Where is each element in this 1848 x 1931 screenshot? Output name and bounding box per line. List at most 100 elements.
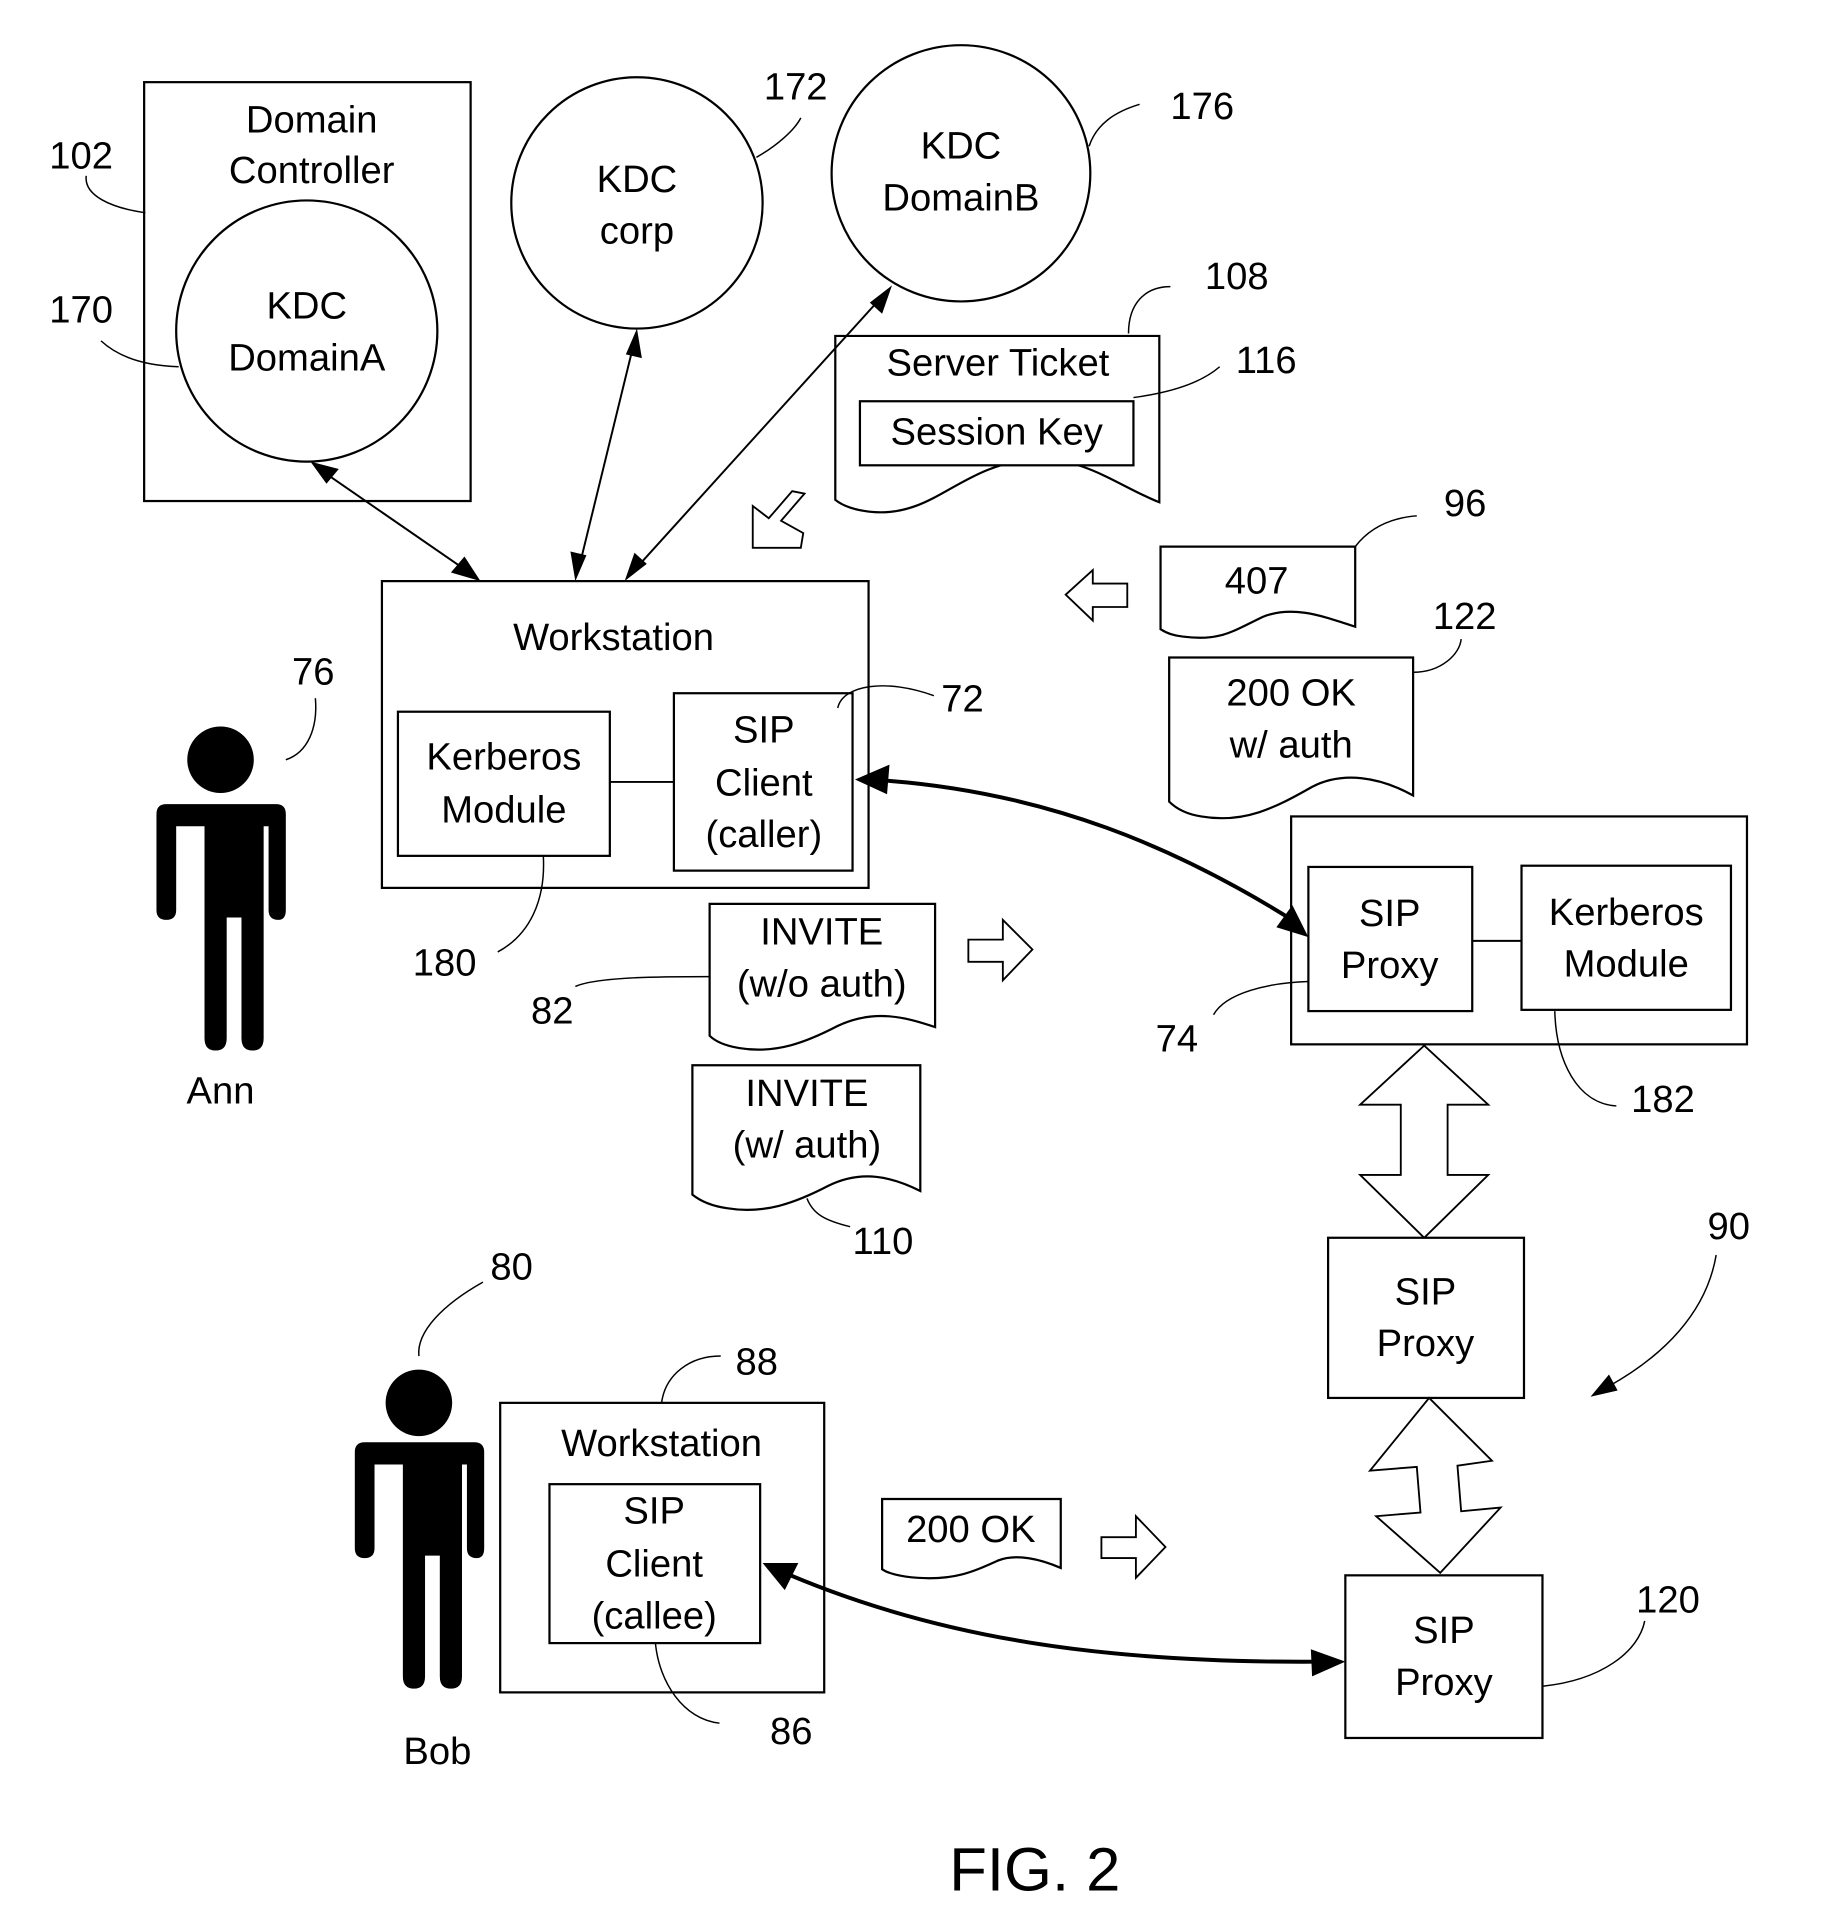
- ref-88: 88: [736, 1341, 778, 1384]
- arrowhead-proxy120-icon: [1310, 1649, 1346, 1677]
- patent-diagram: Domain Controller 102 KDC DomainA 170 KD…: [49, 44, 1750, 1905]
- ref-72: 72: [941, 678, 983, 721]
- double-arrow-upper-icon: [1357, 1044, 1491, 1240]
- ref-82: 82: [531, 989, 573, 1032]
- ref-80: 80: [490, 1246, 532, 1289]
- proxy-kerberos-module: [1520, 864, 1733, 1011]
- proxy-120-line1: SIP: [1413, 1609, 1475, 1652]
- ref-120: 120: [1636, 1578, 1700, 1621]
- domain-controller-title-2: Controller: [229, 149, 395, 192]
- leader-176: [1088, 103, 1140, 147]
- ref-110: 110: [853, 1220, 914, 1263]
- proxy-74-group: SIP Proxy Kerberos Module: [1290, 815, 1749, 1046]
- proxy-120-line2: Proxy: [1395, 1661, 1494, 1704]
- message-200-ok: 200 OK: [881, 1497, 1062, 1580]
- hollow-arrow-right-icon: [967, 917, 1034, 983]
- ref-108: 108: [1205, 255, 1269, 298]
- caller-kerberos-module: [396, 710, 611, 857]
- ref-86: 86: [770, 1710, 812, 1753]
- ok-plain-text: 200 OK: [906, 1508, 1036, 1551]
- proxy-74-line2: Proxy: [1341, 944, 1440, 987]
- sip-client-callee-line1: SIP: [623, 1490, 685, 1533]
- ref-182: 182: [1631, 1078, 1695, 1121]
- link-callee-proxy120: [775, 1567, 1331, 1664]
- message-407-text: 407: [1225, 559, 1289, 602]
- arrowhead-kdc-corp-icon: [625, 328, 642, 359]
- session-key-label: Session Key: [891, 410, 1104, 453]
- ref-74: 74: [1156, 1018, 1198, 1061]
- proxy-kerberos-line2: Module: [1564, 943, 1689, 986]
- person-bob-name: Bob: [403, 1730, 471, 1773]
- sip-proxy-middle: SIP Proxy: [1326, 1236, 1526, 1400]
- sip-client-caller-line3: (caller): [705, 813, 822, 856]
- server-ticket: Server Ticket Session Key: [834, 334, 1161, 514]
- kdc-corp-line2: corp: [600, 210, 674, 253]
- invite-auth-line2: (w/ auth): [733, 1124, 882, 1167]
- proxy-74-line1: SIP: [1359, 892, 1421, 935]
- person-ann-icon: [156, 726, 286, 1051]
- ref-170: 170: [49, 288, 113, 331]
- ref-96: 96: [1444, 482, 1486, 525]
- ref-76: 76: [292, 651, 334, 694]
- hollow-arrow-left-icon: [1064, 567, 1129, 623]
- leader-90: [1607, 1254, 1717, 1388]
- arrowhead-ws-a-icon: [450, 556, 481, 582]
- proxy-middle-line2: Proxy: [1377, 1322, 1476, 1365]
- caller-workstation-title: Workstation: [513, 616, 714, 659]
- kdc-corp: KDC corp: [510, 76, 764, 330]
- sip-proxy-74: [1307, 865, 1474, 1013]
- leader-108: [1127, 285, 1171, 334]
- invite-auth-line1: INVITE: [745, 1072, 868, 1115]
- kdc-domain-a-line1: KDC: [266, 285, 347, 328]
- domain-controller-title-1: Domain: [246, 99, 378, 142]
- proxy-kerberos-line1: Kerberos: [1549, 891, 1704, 934]
- caller-kerberos-line2: Module: [441, 789, 566, 832]
- caller-kerberos-line1: Kerberos: [426, 736, 581, 779]
- sip-proxy-120: SIP Proxy: [1344, 1574, 1544, 1740]
- leader-120: [1542, 1620, 1646, 1687]
- hollow-arrow-right-2-icon: [1100, 1513, 1167, 1581]
- message-200-ok-with-auth: 200 OK w/ auth: [1168, 656, 1415, 820]
- message-invite-without-auth: INVITE (w/o auth): [708, 902, 937, 1051]
- leader-102: [85, 175, 146, 214]
- invite-noauth-line1: INVITE: [760, 911, 883, 954]
- ok-auth-line2: w/ auth: [1229, 723, 1353, 766]
- double-arrow-lower-icon: [1367, 1396, 1503, 1575]
- leader-172: [756, 117, 802, 158]
- person-bob-icon: [354, 1369, 485, 1689]
- sip-client-caller-line1: SIP: [733, 709, 795, 752]
- kdc-domain-a: KDC DomainA: [175, 199, 439, 463]
- hollow-arrow-ticket-icon: [751, 490, 807, 549]
- arrowhead-ws-b-icon: [624, 552, 647, 582]
- arrowhead-kdc-b-icon: [869, 285, 892, 314]
- ok-auth-line1: 200 OK: [1226, 672, 1356, 715]
- ref-102: 102: [49, 134, 113, 177]
- ref-180: 180: [413, 941, 477, 984]
- server-ticket-title: Server Ticket: [887, 341, 1110, 384]
- sip-client-caller-line2: Client: [715, 761, 813, 804]
- person-ann-name: Ann: [187, 1069, 255, 1112]
- kdc-domain-b-line1: KDC: [921, 125, 1002, 168]
- figure-caption: FIG. 2: [949, 1836, 1120, 1905]
- ref-176: 176: [1170, 85, 1234, 128]
- leader-76: [285, 698, 317, 761]
- proxy-middle-line1: SIP: [1395, 1270, 1457, 1313]
- kdc-corp-line1: KDC: [597, 158, 678, 201]
- leader-96: [1354, 515, 1417, 548]
- leader-88: [660, 1355, 721, 1403]
- sip-client-callee-line2: Client: [605, 1543, 703, 1586]
- callee-workstation: Workstation SIP Client (callee): [499, 1401, 826, 1694]
- leader-110: [806, 1198, 851, 1228]
- sip-client-callee-line3: (callee): [592, 1594, 717, 1637]
- ref-172: 172: [764, 65, 828, 108]
- invite-noauth-line2: (w/o auth): [737, 962, 907, 1005]
- message-invite-with-auth: INVITE (w/ auth): [691, 1064, 922, 1212]
- kdc-domain-b: KDC DomainB: [830, 44, 1092, 303]
- kdc-domain-a-line2: DomainA: [228, 336, 386, 379]
- kdc-domain-b-line2: DomainB: [882, 176, 1039, 219]
- ref-122: 122: [1433, 595, 1497, 638]
- arrowhead-ws-corp-icon: [570, 551, 587, 582]
- callee-workstation-title: Workstation: [561, 1422, 762, 1465]
- leader-80: [418, 1281, 484, 1357]
- caller-workstation: Workstation Kerberos Module SIP Client (…: [380, 580, 870, 889]
